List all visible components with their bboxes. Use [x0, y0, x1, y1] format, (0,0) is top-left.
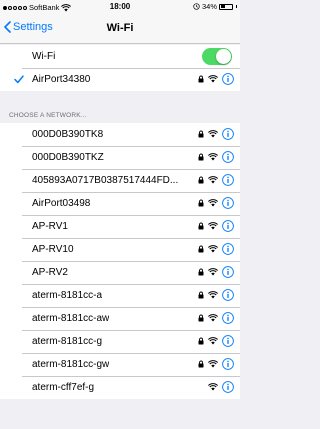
battery-icon: [219, 3, 233, 10]
alarm-icon: [193, 3, 200, 10]
network-name: AirPort03498: [32, 198, 91, 209]
lock-icon: [198, 176, 204, 184]
info-icon[interactable]: [222, 312, 234, 324]
wifi-signal-icon: [208, 245, 218, 253]
network-row[interactable]: aterm-8181cc-g: [0, 330, 240, 353]
info-icon[interactable]: [222, 128, 234, 140]
network-row[interactable]: aterm-8181cc-a: [0, 284, 240, 307]
wifi-signal-icon: [208, 75, 218, 83]
section-header: CHOOSE A NETWORK...: [9, 112, 87, 119]
wifi-signal-icon: [208, 176, 218, 184]
network-name: AP-RV1: [32, 221, 68, 232]
lock-icon: [198, 199, 204, 207]
info-icon[interactable]: [222, 197, 234, 209]
info-icon[interactable]: [222, 220, 234, 232]
network-row[interactable]: aterm-cff7ef-g: [0, 376, 240, 399]
info-icon[interactable]: [222, 174, 234, 186]
lock-icon: [198, 291, 204, 299]
info-icon[interactable]: [222, 381, 234, 393]
network-name: aterm-8181cc-a: [32, 290, 103, 301]
wifi-signal-icon: [208, 222, 218, 230]
lock-icon: [198, 75, 204, 83]
network-name: aterm-8181cc-gw: [32, 359, 110, 370]
wifi-toggle-switch[interactable]: [202, 48, 232, 65]
battery-percent: 34%: [201, 2, 217, 11]
info-icon[interactable]: [222, 73, 234, 85]
network-name: aterm-cff7ef-g: [32, 382, 95, 393]
info-icon[interactable]: [222, 243, 234, 255]
navigation-bar: Settings Wi-Fi: [0, 14, 240, 44]
network-name: 000D0B390TK8: [32, 129, 104, 140]
wifi-signal-icon: [208, 360, 218, 368]
network-name: 405893A0717B0387517444FD...: [32, 175, 179, 186]
network-name: aterm-8181cc-aw: [32, 313, 110, 324]
network-row[interactable]: AP-RV2: [0, 261, 240, 284]
lock-icon: [198, 130, 204, 138]
lock-icon: [198, 360, 204, 368]
network-name: AP-RV2: [32, 267, 68, 278]
lock-icon: [198, 222, 204, 230]
wifi-toggle-label: Wi-Fi: [32, 51, 56, 62]
lock-icon: [198, 245, 204, 253]
network-list: 000D0B390TK8 000D0B390TKZ 405893A0717B0387…: [0, 123, 240, 399]
wifi-toggle-row: Wi-Fi: [0, 45, 240, 68]
wifi-signal-icon: [208, 291, 218, 299]
wifi-signal-icon: [208, 130, 218, 138]
info-icon[interactable]: [222, 289, 234, 301]
info-icon[interactable]: [222, 358, 234, 370]
network-row[interactable]: aterm-8181cc-gw: [0, 353, 240, 376]
wifi-signal-icon: [208, 268, 218, 276]
network-row[interactable]: AP-RV10: [0, 238, 240, 261]
wifi-signal-icon: [208, 314, 218, 322]
network-row[interactable]: 000D0B390TK8: [0, 123, 240, 146]
lock-icon: [198, 268, 204, 276]
network-row[interactable]: AP-RV1: [0, 215, 240, 238]
network-row[interactable]: AirPort03498: [0, 192, 240, 215]
network-name: AP-RV10: [32, 244, 74, 255]
wifi-signal-icon: [208, 153, 218, 161]
info-icon[interactable]: [222, 266, 234, 278]
wifi-signal-icon: [208, 337, 218, 345]
network-row[interactable]: 405893A0717B0387517444FD...: [0, 169, 240, 192]
connected-network-name: AirPort34380: [32, 74, 91, 85]
status-bar: SoftBank 18:00 34%: [0, 0, 240, 14]
network-name: 000D0B390TKZ: [32, 152, 104, 163]
network-row[interactable]: aterm-8181cc-aw: [0, 307, 240, 330]
wifi-signal-icon: [208, 199, 218, 207]
lock-icon: [198, 153, 204, 161]
checkmark-icon: [14, 75, 24, 84]
lock-icon: [198, 337, 204, 345]
wifi-settings-group: Wi-Fi AirPort34380: [0, 45, 240, 91]
info-icon[interactable]: [222, 335, 234, 347]
network-row[interactable]: 000D0B390TKZ: [0, 146, 240, 169]
page-title: Wi-Fi: [106, 22, 134, 34]
lock-icon: [198, 314, 204, 322]
connected-network-row[interactable]: AirPort34380: [0, 68, 240, 91]
battery-area: 34%: [193, 2, 237, 11]
info-icon[interactable]: [222, 151, 234, 163]
network-name: aterm-8181cc-g: [32, 336, 103, 347]
wifi-signal-icon: [208, 383, 218, 391]
